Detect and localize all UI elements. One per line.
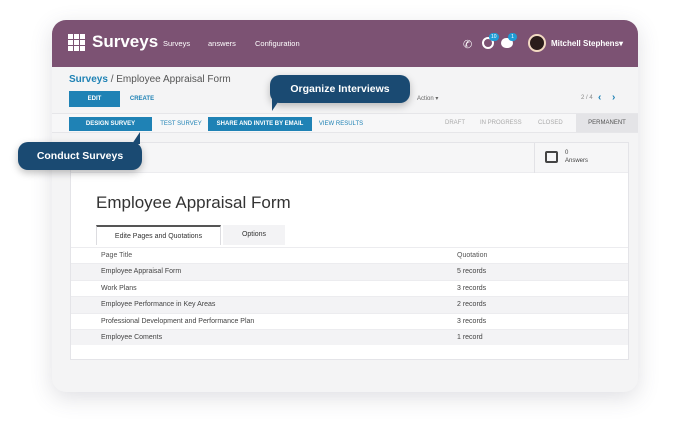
edit-square-icon [545, 151, 558, 163]
table-header-row: Page Title Quotation [71, 247, 628, 263]
column-header-quotation[interactable]: Quotation [457, 248, 487, 264]
row-quotation: 3 records [457, 317, 487, 325]
apps-grid-icon[interactable] [68, 34, 85, 51]
row-title: Employee Coments [101, 333, 163, 341]
action-dropdown[interactable]: Action ▾ [417, 95, 438, 102]
column-header-page-title[interactable]: Page Title [101, 248, 132, 264]
table-row[interactable]: Work Plans 3 records [71, 279, 628, 296]
table-row[interactable]: Employee Coments 1 record [71, 328, 628, 346]
row-title: Professional Development and Performance… [101, 317, 255, 325]
user-menu[interactable]: Mitchell Stephens▾ [551, 39, 623, 48]
stage-closed[interactable]: CLOSED [538, 114, 563, 132]
breadcrumb: Surveys / Employee Appraisal Form [69, 74, 231, 85]
row-title: Employee Performance in Key Areas [101, 301, 216, 309]
organize-interviews-callout: Organize Interviews [270, 75, 410, 111]
callout-text: Organize Interviews [290, 83, 390, 95]
tab-options[interactable]: Options [223, 225, 285, 245]
caret-down-icon: ▾ [435, 96, 439, 102]
chat-badge: 1 [508, 33, 517, 41]
table-row[interactable]: Employee Performance in Key Areas 2 reco… [71, 296, 628, 313]
test-survey-button[interactable]: TEST SURVEY [156, 117, 206, 131]
avatar[interactable] [528, 34, 546, 52]
user-name: Mitchell Stephens [551, 39, 620, 48]
share-invite-button[interactable]: SHARE AND INVITE BY EMAIL [208, 117, 312, 131]
pages-table: Page Title Quotation Employee Appraisal … [71, 247, 628, 346]
button-box: 0 Answers [71, 143, 628, 173]
stage-draft[interactable]: DRAFT [445, 114, 465, 132]
callout-pointer [132, 132, 140, 144]
create-button[interactable]: CREATE [124, 91, 160, 107]
status-bar: DESIGN SURVEY TEST SURVEY SHARE AND INVI… [52, 113, 638, 133]
stage-permanent[interactable]: PERMANENT [576, 114, 638, 132]
top-navbar: Surveys Surveys answers Configuration ✆ … [52, 20, 638, 67]
table-row[interactable]: Professional Development and Performance… [71, 312, 628, 329]
chevron-left-icon[interactable]: ‹ [598, 92, 601, 103]
nav-answers[interactable]: answers [208, 39, 236, 48]
edit-button[interactable]: EDIT [69, 91, 120, 107]
tab-pages-quotations[interactable]: Edite Pages and Quotations [96, 225, 221, 245]
breadcrumb-root[interactable]: Surveys [69, 74, 108, 85]
conduct-surveys-callout: Conduct Surveys [18, 132, 142, 170]
pager-counter: 2 / 4 [581, 95, 593, 101]
row-quotation: 3 records [457, 284, 487, 292]
callout-pointer [272, 99, 280, 111]
activity-badge: 10 [489, 33, 499, 41]
nav-configuration[interactable]: Configuration [255, 39, 300, 48]
answers-stat-button[interactable]: 0 Answers [534, 143, 628, 173]
row-quotation: 5 records [457, 268, 487, 276]
form-sheet: 0 Answers Employee Appraisal Form Edite … [70, 142, 629, 360]
caret-down-icon: ▾ [619, 39, 624, 48]
phone-icon[interactable]: ✆ [463, 38, 472, 51]
view-results-button[interactable]: VIEW RESULTS [314, 117, 368, 131]
answers-count: 0 [565, 150, 569, 156]
stage-in-progress[interactable]: IN PROGRESS [480, 114, 522, 132]
row-quotation: 1 record [457, 333, 483, 341]
row-title: Employee Appraisal Form [101, 268, 182, 276]
breadcrumb-separator: / [107, 74, 117, 85]
action-label: Action [417, 96, 434, 102]
app-title: Surveys [92, 32, 159, 51]
row-title: Work Plans [101, 284, 137, 292]
nav-surveys[interactable]: Surveys [163, 39, 190, 48]
table-row[interactable]: Employee Appraisal Form 5 records [71, 263, 628, 280]
row-quotation: 2 records [457, 301, 487, 309]
design-survey-button[interactable]: DESIGN SURVEY [69, 117, 152, 131]
breadcrumb-current: Employee Appraisal Form [116, 74, 231, 85]
page-title: Employee Appraisal Form [96, 193, 291, 212]
answers-label: Answers [565, 158, 589, 164]
chevron-right-icon[interactable]: › [612, 92, 615, 103]
callout-text: Conduct Surveys [36, 150, 124, 162]
